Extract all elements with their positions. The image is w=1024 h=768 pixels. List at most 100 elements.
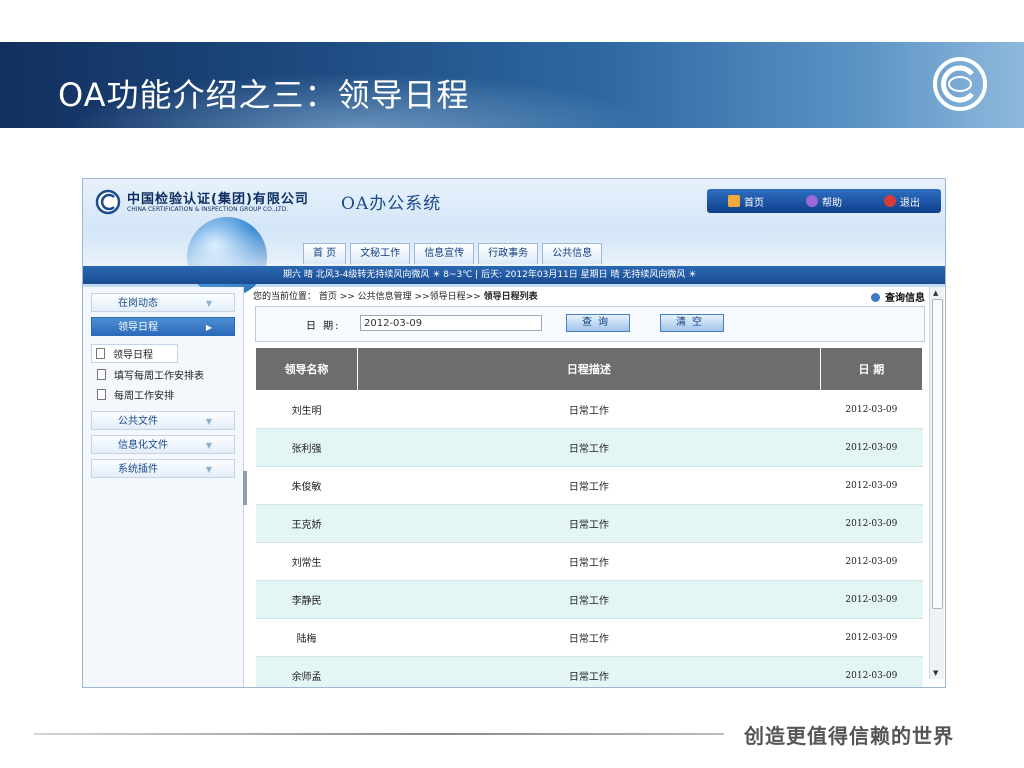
breadcrumb: 您的当前位置： 首页 >> 公共信息管理 >>领导日程>> 领导日程列表 bbox=[253, 289, 538, 302]
slide-banner: OA功能介绍之三：领导日程 bbox=[0, 42, 1024, 128]
main-scrollbar[interactable]: ▲ ▼ bbox=[929, 287, 944, 679]
chevron-down-icon: ▼ bbox=[205, 417, 212, 426]
slide-title: OA功能介绍之三：领导日程 bbox=[58, 76, 470, 114]
sidebar-item-leader-schedule[interactable]: 领导日程 ▶ bbox=[91, 317, 235, 336]
table-header-row: 领导名称 日程描述 日 期 bbox=[254, 347, 924, 391]
sidebar-item-label: 公共文件 bbox=[118, 416, 158, 427]
sidebar-item-it-docs[interactable]: 信息化文件 ▼ bbox=[91, 435, 235, 454]
main-tabs: 首 页 文秘工作 信息宣传 行政事务 公共信息 bbox=[303, 243, 603, 264]
breadcrumb-current: 领导日程列表 bbox=[483, 292, 538, 302]
chevron-right-icon: ▶ bbox=[205, 323, 212, 332]
help-icon bbox=[806, 195, 818, 207]
weather-ticker: 期六 晴 北风3-4级转无持续风向微风 ☀ 8~3℃ | 后天: 2012年03… bbox=[83, 266, 945, 284]
cell-leader: 张利强 bbox=[255, 428, 358, 467]
cell-leader: 王克娇 bbox=[255, 504, 358, 543]
table-row[interactable]: 陆梅 日常工作 2012-03-09 bbox=[255, 618, 923, 657]
cell-leader: 朱俊敏 bbox=[255, 466, 358, 505]
sub-item-leader-schedule[interactable]: 领导日程 bbox=[91, 344, 178, 363]
query-info-label: 查询信息 bbox=[885, 293, 925, 304]
query-info-link[interactable]: 查询信息 bbox=[871, 289, 925, 304]
footer-slogan: 创造更值得信赖的世界 bbox=[744, 724, 954, 748]
cell-date: 2012-03-09 bbox=[820, 466, 923, 505]
table-row[interactable]: 李静民 日常工作 2012-03-09 bbox=[255, 580, 923, 619]
cell-description: 日常工作 bbox=[357, 656, 821, 687]
cell-leader: 刘常生 bbox=[255, 542, 358, 581]
system-name: OA办公系统 bbox=[341, 194, 442, 214]
chevron-down-icon: ▼ bbox=[205, 299, 212, 308]
cell-description: 日常工作 bbox=[357, 542, 821, 581]
schedule-table: 领导名称 日程描述 日 期 刘生明 日常工作 2012-03-09 张利强 日常工作 2… bbox=[254, 347, 924, 687]
cell-leader: 李静民 bbox=[255, 580, 358, 619]
sidebar-item-label: 领导日程 bbox=[118, 322, 158, 333]
chevron-down-icon: ▼ bbox=[205, 441, 212, 450]
cell-date: 2012-03-09 bbox=[820, 542, 923, 581]
cell-date: 2012-03-09 bbox=[820, 428, 923, 467]
tab-administration[interactable]: 行政事务 bbox=[478, 243, 539, 264]
sidebar-item-label: 信息化文件 bbox=[118, 440, 168, 451]
nav-exit[interactable]: 退出 bbox=[884, 194, 920, 209]
cell-description: 日常工作 bbox=[357, 580, 821, 619]
sidebar-item-on-duty[interactable]: 在岗动态 ▼ bbox=[91, 293, 235, 312]
scroll-up-icon[interactable]: ▲ bbox=[933, 289, 938, 297]
footer-divider bbox=[34, 733, 724, 735]
top-nav: 首页 帮助 退出 bbox=[707, 189, 941, 213]
column-header-leader[interactable]: 领导名称 bbox=[254, 347, 359, 391]
sub-item-weekly-form[interactable]: 填写每周工作安排表 bbox=[97, 367, 204, 382]
company-logo-icon bbox=[95, 189, 121, 215]
sidebar-item-plugins[interactable]: 系统插件 ▼ bbox=[91, 459, 235, 478]
company-name-en: CHINA CERTIFICATION & INSPECTION GROUP C… bbox=[127, 206, 289, 213]
chevron-down-icon: ▼ bbox=[205, 465, 212, 474]
column-header-description[interactable]: 日程描述 bbox=[357, 347, 821, 391]
cell-date: 2012-03-09 bbox=[820, 656, 923, 687]
cell-description: 日常工作 bbox=[357, 390, 821, 429]
tab-home[interactable]: 首 页 bbox=[303, 243, 347, 264]
cell-description: 日常工作 bbox=[357, 618, 821, 657]
cell-description: 日常工作 bbox=[357, 466, 821, 505]
cell-date: 2012-03-09 bbox=[820, 580, 923, 619]
sub-item-label: 填写每周工作安排表 bbox=[114, 371, 204, 382]
query-button[interactable]: 查询 bbox=[566, 314, 630, 332]
home-icon bbox=[728, 195, 740, 207]
sidebar: 在岗动态 ▼ 领导日程 ▶ 领导日程 填写每周工作安排表 每周工作安排 公共文件 ▼ … bbox=[83, 287, 244, 687]
table-row[interactable]: 余师孟 日常工作 2012-03-09 bbox=[255, 656, 923, 687]
table-row[interactable]: 张利强 日常工作 2012-03-09 bbox=[255, 428, 923, 467]
cell-leader: 陆梅 bbox=[255, 618, 358, 657]
table-row[interactable]: 刘常生 日常工作 2012-03-09 bbox=[255, 542, 923, 581]
nav-help[interactable]: 帮助 bbox=[806, 194, 842, 209]
sidebar-item-label: 在岗动态 bbox=[118, 298, 158, 309]
main-content: 您的当前位置： 首页 >> 公共信息管理 >>领导日程>> 领导日程列表 查询信… bbox=[251, 287, 931, 687]
cell-leader: 刘生明 bbox=[255, 390, 358, 429]
cell-description: 日常工作 bbox=[357, 428, 821, 467]
document-icon bbox=[97, 389, 106, 400]
sub-item-label: 每周工作安排 bbox=[114, 391, 174, 402]
sub-item-label: 领导日程 bbox=[113, 350, 153, 361]
cic-logo-icon bbox=[933, 57, 987, 111]
app-header: 中国检验认证(集团)有限公司 CHINA CERTIFICATION & INS… bbox=[83, 179, 945, 297]
clear-button[interactable]: 清空 bbox=[660, 314, 724, 332]
sidebar-item-label: 系统插件 bbox=[118, 464, 158, 475]
scrollbar-thumb[interactable] bbox=[932, 299, 943, 609]
nav-home-label: 首页 bbox=[744, 197, 764, 209]
panel-splitter-handle[interactable] bbox=[243, 471, 247, 505]
nav-exit-label: 退出 bbox=[900, 197, 920, 209]
nav-home[interactable]: 首页 bbox=[728, 194, 764, 209]
table-row[interactable]: 王克娇 日常工作 2012-03-09 bbox=[255, 504, 923, 543]
cell-date: 2012-03-09 bbox=[820, 504, 923, 543]
tab-public-info[interactable]: 公共信息 bbox=[542, 243, 603, 264]
cell-leader: 余师孟 bbox=[255, 656, 358, 687]
cell-date: 2012-03-09 bbox=[820, 618, 923, 657]
sub-item-weekly-plan[interactable]: 每周工作安排 bbox=[97, 387, 174, 402]
table-row[interactable]: 朱俊敏 日常工作 2012-03-09 bbox=[255, 466, 923, 505]
search-panel: 日 期: 查询 清空 bbox=[255, 306, 925, 342]
table-row[interactable]: 刘生明 日常工作 2012-03-09 bbox=[255, 390, 923, 429]
sidebar-item-public-docs[interactable]: 公共文件 ▼ bbox=[91, 411, 235, 430]
scroll-down-icon[interactable]: ▼ bbox=[933, 669, 938, 677]
column-header-date[interactable]: 日 期 bbox=[819, 347, 924, 391]
document-icon bbox=[97, 369, 106, 380]
tab-publicity[interactable]: 信息宣传 bbox=[414, 243, 475, 264]
cell-description: 日常工作 bbox=[357, 504, 821, 543]
date-input[interactable] bbox=[360, 315, 542, 331]
expand-icon bbox=[871, 293, 880, 302]
oa-screenshot: 中国检验认证(集团)有限公司 CHINA CERTIFICATION & INS… bbox=[82, 178, 946, 688]
tab-secretarial[interactable]: 文秘工作 bbox=[350, 243, 411, 264]
